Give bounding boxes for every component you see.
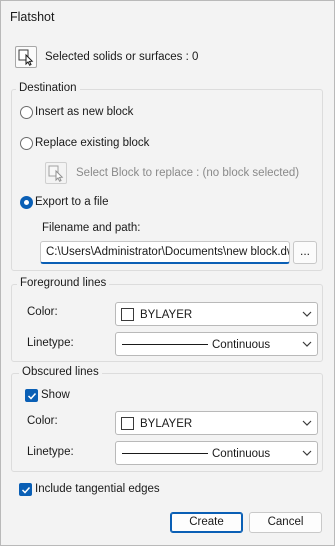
select-objects-button[interactable] [15, 46, 37, 68]
checkmark-icon [21, 486, 31, 494]
foreground-color-value: BYLAYER [140, 309, 193, 321]
foreground-linetype-dropdown[interactable]: Continuous [115, 332, 318, 356]
chevron-down-icon [302, 420, 312, 426]
foreground-linetype-label: Linetype: [27, 337, 74, 349]
checkmark-icon [27, 392, 37, 400]
linetype-preview [122, 453, 208, 454]
select-block-label: Select Block to replace : (no block sele… [76, 167, 300, 179]
chevron-down-icon [302, 341, 312, 347]
obscured-linetype-dropdown[interactable]: Continuous [115, 441, 318, 465]
create-button[interactable]: Create [170, 512, 243, 533]
chevron-down-icon [302, 450, 312, 456]
obscured-group-label: Obscured lines [19, 366, 102, 378]
title-bar: Flatshot [1, 1, 334, 33]
replace-block-radio[interactable] [20, 137, 33, 150]
foreground-color-label: Color: [27, 306, 58, 318]
foreground-linetype-value: Continuous [212, 339, 271, 351]
cancel-button[interactable]: Cancel [249, 512, 322, 533]
obscured-linetype-value: Continuous [212, 448, 271, 460]
select-objects-icon [18, 49, 34, 66]
chevron-down-icon [302, 311, 312, 317]
obscured-linetype-label: Linetype: [27, 446, 74, 458]
select-block-icon [48, 165, 64, 182]
filename-input[interactable]: C:\Users\Administrator\Documents\new blo… [40, 241, 290, 264]
obscured-color-dropdown[interactable]: BYLAYER [115, 411, 318, 435]
tangential-edges-label[interactable]: Include tangential edges [35, 483, 160, 495]
window-title: Flatshot [10, 10, 55, 24]
show-obscured-label[interactable]: Show [41, 389, 70, 401]
browse-button[interactable]: ... [293, 241, 317, 264]
destination-group-label: Destination [16, 82, 80, 94]
tangential-edges-checkbox[interactable] [19, 483, 32, 496]
export-file-radio[interactable] [20, 196, 33, 209]
export-file-label[interactable]: Export to a file [35, 196, 109, 208]
foreground-color-dropdown[interactable]: BYLAYER [115, 302, 318, 326]
obscured-color-value: BYLAYER [140, 418, 193, 430]
obscured-color-label: Color: [27, 415, 58, 427]
insert-new-block-radio[interactable] [20, 106, 33, 119]
filename-label: Filename and path: [42, 222, 141, 234]
color-swatch [121, 417, 134, 430]
foreground-group-label: Foreground lines [17, 277, 110, 289]
select-block-button[interactable] [45, 162, 67, 184]
replace-block-label[interactable]: Replace existing block [35, 137, 149, 149]
selected-count-label: Selected solids or surfaces : 0 [45, 51, 199, 63]
linetype-preview [122, 344, 208, 345]
color-swatch [121, 308, 134, 321]
flatshot-dialog: Flatshot Selected solids or surfaces : 0… [0, 0, 335, 546]
show-obscured-checkbox[interactable] [25, 389, 38, 402]
insert-new-block-label[interactable]: Insert as new block [35, 106, 133, 118]
